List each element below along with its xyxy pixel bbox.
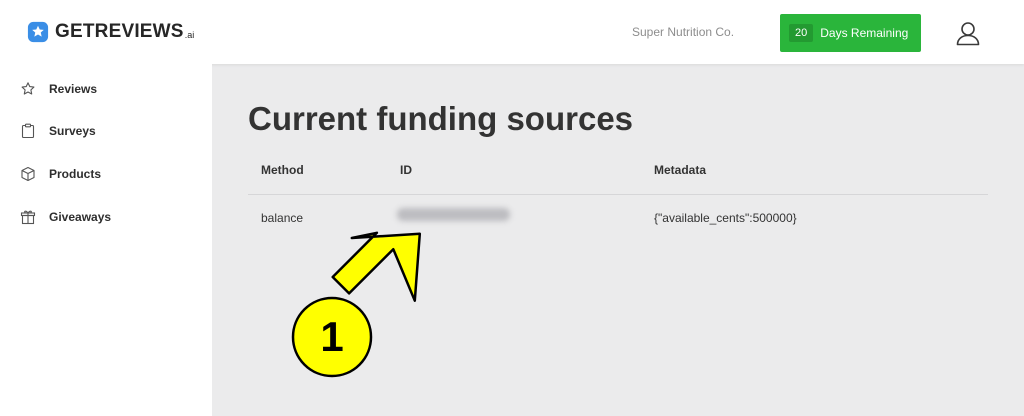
callout-arrow (291, 231, 422, 378)
step-number: 1 (320, 313, 344, 360)
